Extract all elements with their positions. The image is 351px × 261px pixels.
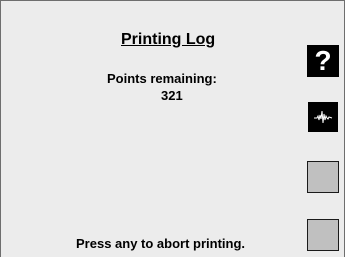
page-title: Printing Log — [121, 31, 216, 48]
soft-button-3[interactable] — [307, 161, 339, 193]
abort-instructions: Press any to abort printing. — [76, 236, 246, 251]
printing-log-screen: Printing Log Points remaining: 321 Press… — [0, 0, 345, 257]
waveform-icon — [314, 110, 333, 124]
help-icon: ? — [314, 45, 332, 76]
soft-button-4[interactable] — [307, 219, 339, 251]
points-remaining-value: 321 — [161, 88, 183, 103]
waveform-button[interactable] — [308, 102, 338, 132]
help-button[interactable]: ? — [307, 45, 339, 77]
points-remaining-label: Points remaining: — [107, 71, 217, 86]
